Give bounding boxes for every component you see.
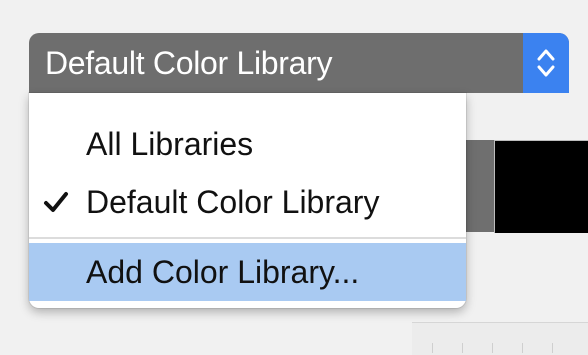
menu-item-label: Default Color Library bbox=[86, 183, 380, 220]
ruler-tick bbox=[492, 343, 493, 353]
menu-item-all-libraries[interactable]: All Libraries bbox=[29, 115, 466, 173]
menu-item-label: All Libraries bbox=[86, 125, 254, 162]
ruler-tick bbox=[432, 343, 433, 353]
color-swatch-black[interactable] bbox=[494, 140, 588, 233]
color-library-select[interactable]: Default Color Library bbox=[29, 33, 569, 93]
color-swatch-gray[interactable] bbox=[466, 140, 494, 232]
select-value: Default Color Library bbox=[45, 44, 333, 81]
lower-panel bbox=[412, 322, 588, 355]
menu-item-default-color-library[interactable]: Default Color Library bbox=[29, 173, 466, 231]
ruler-tick bbox=[552, 343, 553, 353]
ruler-tick bbox=[522, 343, 523, 353]
chevron-up-down-icon[interactable] bbox=[523, 33, 569, 93]
library-dropdown-menu: All Libraries Default Color Library Add … bbox=[29, 93, 466, 308]
menu-item-label: Add Color Library... bbox=[86, 253, 360, 290]
ruler-tick bbox=[462, 343, 463, 353]
checkmark-icon bbox=[44, 192, 68, 212]
menu-divider bbox=[29, 237, 466, 239]
menu-item-add-color-library[interactable]: Add Color Library... bbox=[29, 243, 466, 301]
